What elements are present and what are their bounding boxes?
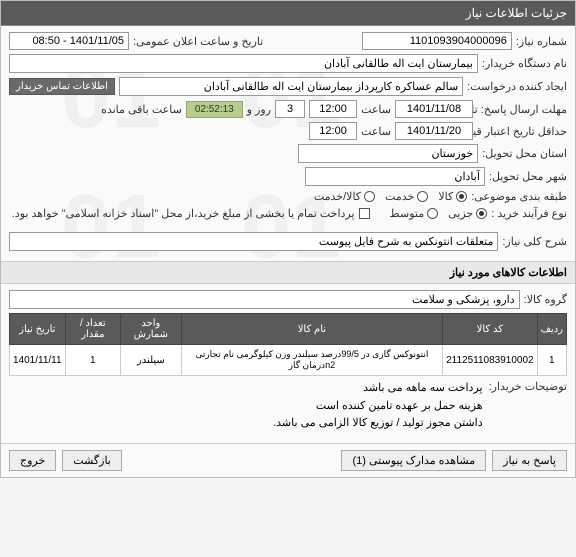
- panel-title: جزئیات اطلاعات نیاز: [1, 1, 575, 26]
- validity-date: 1401/11/20: [395, 122, 473, 140]
- buy-type-label: نوع فرآیند خرید :: [491, 207, 567, 220]
- panel-body: 01 01 01 01 شماره نیاز: 1101093904000096…: [1, 26, 575, 261]
- deadline-label: مهلت ارسال پاسخ: تا تاریخ:: [477, 103, 567, 116]
- table-row[interactable]: 1 2112511083910002 انتونوکس گازی در 99/5…: [10, 345, 567, 376]
- contact-info-button[interactable]: اطلاعات تماس خریدار: [9, 78, 115, 95]
- group-label: گروه کالا:: [524, 293, 567, 306]
- buyer-org-label: نام دستگاه خریدار:: [482, 57, 567, 70]
- general-desc-value: متعلقات انتونکس به شرح فایل پیوست: [9, 232, 498, 251]
- validity-time: 12:00: [309, 122, 357, 140]
- city-label: شهر محل تحویل:: [489, 170, 567, 183]
- category-label: طبقه بندی موضوعی:: [471, 190, 567, 203]
- exit-button[interactable]: خروج: [9, 450, 56, 471]
- attachments-button[interactable]: مشاهده مدارک پیوستی (1): [341, 450, 486, 471]
- buyer-org-value: بیمارستان ایت اله طالقانی آبادان: [9, 54, 478, 73]
- radio-service-label: خدمت: [385, 190, 414, 203]
- col-name: نام کالا: [181, 314, 442, 345]
- radio-service[interactable]: [417, 191, 428, 202]
- cell-qty: 1: [65, 345, 120, 376]
- col-code: کد کالا: [443, 314, 538, 345]
- requester-label: ایجاد کننده درخواست:: [467, 80, 567, 93]
- cell-date: 1401/11/11: [10, 345, 66, 376]
- time-label: ساعت: [361, 125, 391, 138]
- radio-goods[interactable]: [456, 191, 467, 202]
- footer-actions: پاسخ به نیاز مشاهده مدارک پیوستی (1) باز…: [1, 443, 575, 477]
- cell-unit: سیلندر: [121, 345, 182, 376]
- cell-code: 2112511083910002: [443, 345, 538, 376]
- need-no-value: 1101093904000096: [362, 32, 512, 50]
- announce-dt-label: تاریخ و ساعت اعلان عمومی:: [133, 35, 263, 48]
- validity-label: حداقل تاریخ اعتبار قیمت: تا تاریخ:: [477, 125, 567, 138]
- requester-value: سالم عساکره کارپرداز بیمارستان ایت اله ط…: [119, 77, 463, 96]
- need-no-label: شماره نیاز:: [516, 35, 567, 48]
- back-button[interactable]: بازگشت: [62, 450, 122, 471]
- buyer-desc-text: پرداخت سه ماهه می باشد هزینه حمل بر عهده…: [273, 380, 483, 433]
- days-label: روز و: [247, 103, 271, 116]
- col-unit: واحد شمارش: [121, 314, 182, 345]
- general-desc-label: شرح کلی نیاز:: [502, 235, 567, 248]
- buyer-desc-label: توضیحات خریدار:: [489, 380, 567, 393]
- buyer-desc-line: داشتن مجوز تولید / توزیع کالا الزامی می …: [273, 415, 483, 433]
- time-label: ساعت: [361, 103, 391, 116]
- remain-label: ساعت باقی مانده: [101, 103, 182, 116]
- reply-button[interactable]: پاسخ به نیاز: [492, 450, 567, 471]
- radio-medium[interactable]: [427, 208, 438, 219]
- buy-type-radios: جزیی متوسط: [390, 207, 488, 220]
- province-label: استان محل تحویل:: [482, 147, 567, 160]
- category-radios: کالا خدمت کالا/خدمت: [314, 190, 467, 203]
- radio-goods-label: کالا: [438, 190, 453, 203]
- radio-goods-service[interactable]: [364, 191, 375, 202]
- radio-goods-service-label: کالا/خدمت: [314, 190, 361, 203]
- buyer-desc-line: پرداخت سه ماهه می باشد: [273, 380, 483, 398]
- city-value: آبادان: [305, 167, 485, 186]
- deadline-date: 1401/11/08: [395, 100, 473, 118]
- items-table: ردیف کد کالا نام کالا واحد شمارش تعداد /…: [9, 313, 567, 376]
- col-date: تاریخ نیاز: [10, 314, 66, 345]
- col-qty: تعداد / مقدار: [65, 314, 120, 345]
- cell-idx: 1: [537, 345, 566, 376]
- payment-note: پرداخت تمام یا بخشی از مبلغ خرید،از محل …: [12, 207, 355, 220]
- items-section-title: اطلاعات کالاهای مورد نیاز: [1, 261, 575, 284]
- countdown-badge: 02:52:13: [186, 101, 243, 118]
- deadline-time: 12:00: [309, 100, 357, 118]
- buyer-desc-line: هزینه حمل بر عهده تامین کننده است: [273, 398, 483, 416]
- radio-small-label: جزیی: [448, 207, 473, 220]
- radio-medium-label: متوسط: [390, 207, 425, 220]
- cell-name: انتونوکس گازی در 99/5درصد سیلندر وزن کیل…: [181, 345, 442, 376]
- province-value: خوزستان: [298, 144, 478, 163]
- days-value: 3: [275, 100, 305, 118]
- radio-small[interactable]: [476, 208, 487, 219]
- group-value: دارو، پزشکی و سلامت: [9, 290, 520, 309]
- details-panel: جزئیات اطلاعات نیاز 01 01 01 01 شماره نی…: [0, 0, 576, 478]
- treasury-checkbox[interactable]: [359, 208, 370, 219]
- col-idx: ردیف: [537, 314, 566, 345]
- announce-dt-value: 1401/11/05 - 08:50: [9, 32, 129, 50]
